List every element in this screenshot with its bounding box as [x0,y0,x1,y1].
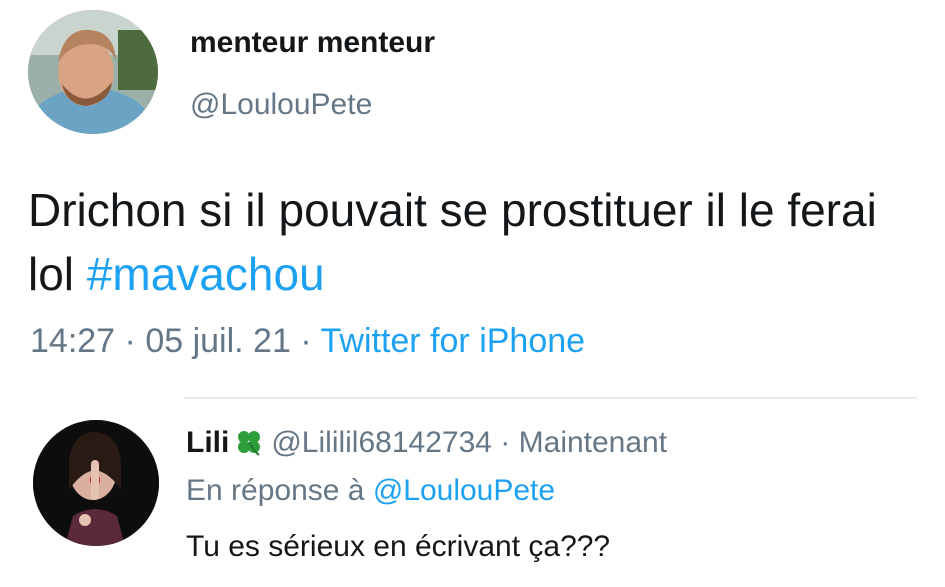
reply-handle[interactable]: @Lililil68142734 [271,426,492,459]
in-reply-to-label: En réponse à [186,474,365,507]
divider [184,397,917,399]
meta-separator: · [124,322,136,360]
in-reply-to: En réponse à @LoulouPete [186,474,555,508]
author-display-name[interactable]: menteur menteur [190,26,435,60]
tweet-time: 14:27 [30,322,116,360]
four-leaf-clover-icon [235,428,263,464]
tweet-metadata: 14:27 · 05 juil. 21 · Twitter for iPhone [30,322,585,361]
avatar-illustration [33,420,159,546]
reply-text: Tu es sérieux en écrivant ça??? [186,530,611,563]
avatar-photo [28,10,158,134]
reply-author-avatar[interactable] [33,420,159,546]
tweet-text: Drichon si il pouvait se prostituer il l… [28,178,928,306]
meta-separator: · [300,322,312,360]
in-reply-to-mention[interactable]: @LoulouPete [373,474,555,507]
hashtag-link[interactable]: #mavachou [87,248,325,300]
reply-separator: · [500,426,511,459]
tweet-source-link[interactable]: Twitter for iPhone [321,322,586,360]
reply-display-name[interactable]: Lili [186,426,229,459]
author-avatar[interactable] [28,10,158,134]
reply-timestamp[interactable]: Maintenant [519,426,667,459]
reply-header: Lili @Lililil68142734 · Maintenant [186,426,667,464]
author-handle[interactable]: @LoulouPete [190,88,372,122]
tweet-date[interactable]: 05 juil. 21 [145,322,291,360]
